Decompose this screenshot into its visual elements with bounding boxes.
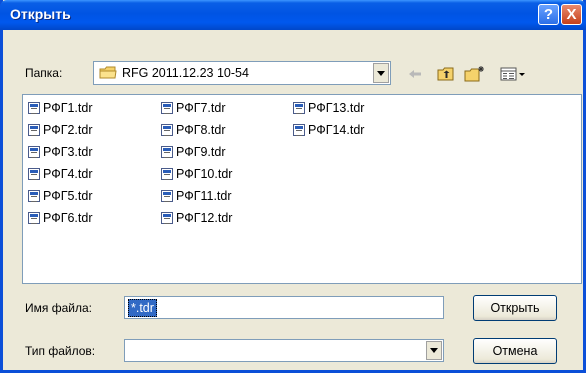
- close-icon: X: [566, 6, 577, 23]
- cancel-button[interactable]: Отмена: [473, 338, 557, 364]
- filetype-dropdown-button[interactable]: [426, 341, 442, 360]
- file-item[interactable]: РФГ6.tdr: [28, 209, 92, 227]
- file-item[interactable]: РФГ1.tdr: [28, 99, 92, 117]
- file-item[interactable]: РФГ10.tdr: [161, 165, 232, 183]
- back-button[interactable]: [405, 64, 425, 84]
- file-icon: [161, 212, 173, 224]
- filename-label: Имя файла:: [25, 301, 92, 315]
- open-button[interactable]: Открыть: [473, 295, 557, 321]
- views-menu-button[interactable]: [498, 64, 528, 84]
- file-name: РФГ3.tdr: [43, 145, 93, 159]
- title-bar[interactable]: Открыть ? X: [0, 0, 586, 30]
- file-name: РФГ14.tdr: [308, 123, 365, 137]
- file-item[interactable]: РФГ11.tdr: [161, 187, 232, 205]
- file-icon: [28, 190, 40, 202]
- file-item[interactable]: РФГ9.tdr: [161, 143, 225, 161]
- file-icon: [161, 146, 173, 158]
- file-item[interactable]: РФГ5.tdr: [28, 187, 92, 205]
- file-icon: [28, 124, 40, 136]
- new-folder-button[interactable]: [463, 64, 487, 84]
- file-icon: [28, 168, 40, 180]
- help-icon: ?: [543, 6, 554, 23]
- open-dialog: Открыть ? X Папка: RFG 2011.12.23 10-54: [0, 0, 586, 373]
- lookin-dropdown-button[interactable]: [373, 63, 389, 83]
- file-name: РФГ10.tdr: [176, 167, 233, 181]
- file-item[interactable]: РФГ14.tdr: [293, 121, 364, 139]
- file-item[interactable]: РФГ13.tdr: [293, 99, 364, 117]
- dialog-title: Открыть: [10, 6, 71, 22]
- lookin-combobox[interactable]: RFG 2011.12.23 10-54: [93, 61, 391, 85]
- file-icon: [161, 190, 173, 202]
- file-icon: [28, 212, 40, 224]
- view-menu-icon: [500, 67, 525, 81]
- close-button[interactable]: X: [561, 4, 582, 25]
- up-folder-icon: [437, 67, 454, 81]
- file-icon: [293, 124, 305, 136]
- file-item[interactable]: РФГ8.tdr: [161, 121, 225, 139]
- lookin-value: RFG 2011.12.23 10-54: [122, 66, 249, 80]
- file-item[interactable]: РФГ7.tdr: [161, 99, 225, 117]
- file-name: РФГ7.tdr: [176, 101, 226, 115]
- up-folder-button[interactable]: [435, 64, 457, 84]
- filename-value: *.tdr: [128, 299, 157, 317]
- file-name: РФГ2.tdr: [43, 123, 93, 137]
- file-icon: [161, 168, 173, 180]
- file-name: РФГ11.tdr: [176, 189, 232, 203]
- file-item[interactable]: РФГ12.tdr: [161, 209, 232, 227]
- file-icon: [293, 102, 305, 114]
- chevron-down-icon: [430, 348, 438, 353]
- back-arrow-icon: [409, 70, 421, 78]
- file-item[interactable]: РФГ2.tdr: [28, 121, 92, 139]
- file-list[interactable]: РФГ1.tdr РФГ2.tdr РФГ3.tdr РФГ4.tdr РФГ5…: [22, 94, 582, 284]
- chevron-down-icon: [377, 70, 385, 76]
- file-name: РФГ12.tdr: [176, 211, 233, 225]
- filetype-label: Тип файлов:: [25, 344, 96, 358]
- file-icon: [161, 102, 173, 114]
- file-name: РФГ9.tdr: [176, 145, 226, 159]
- file-item[interactable]: РФГ4.tdr: [28, 165, 92, 183]
- file-name: РФГ5.tdr: [43, 189, 93, 203]
- file-icon: [28, 102, 40, 114]
- lookin-label: Папка:: [25, 66, 63, 80]
- file-item[interactable]: РФГ3.tdr: [28, 143, 92, 161]
- folder-icon: [99, 66, 117, 79]
- file-name: РФГ4.tdr: [43, 167, 93, 181]
- new-folder-icon: [464, 66, 484, 82]
- file-name: РФГ8.tdr: [176, 123, 226, 137]
- file-name: РФГ1.tdr: [43, 101, 93, 115]
- file-name: РФГ13.tdr: [308, 101, 365, 115]
- filetype-combobox[interactable]: [124, 339, 444, 362]
- file-name: РФГ6.tdr: [43, 211, 93, 225]
- file-icon: [161, 124, 173, 136]
- filename-input[interactable]: *.tdr: [124, 296, 444, 319]
- help-button[interactable]: ?: [538, 4, 559, 25]
- file-icon: [28, 146, 40, 158]
